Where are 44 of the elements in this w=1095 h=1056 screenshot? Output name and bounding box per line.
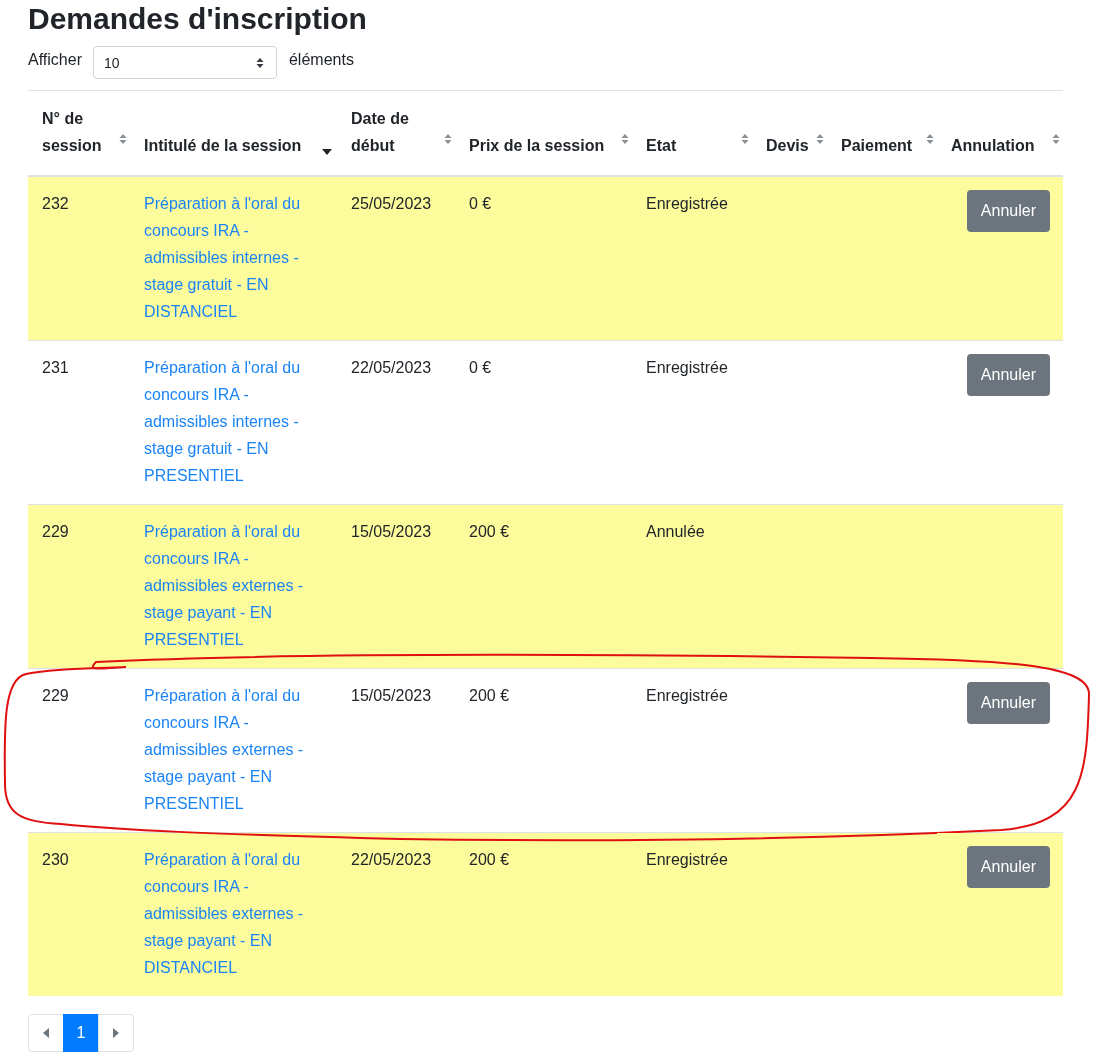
status-text: Enregistrée xyxy=(646,687,728,704)
status-text: Annulée xyxy=(646,523,705,540)
sort-icon xyxy=(621,133,629,145)
cancel-button[interactable]: Annuler xyxy=(966,682,1050,724)
caret-right-icon xyxy=(113,1028,119,1038)
status-text: Enregistrée xyxy=(646,851,728,868)
session-number: 231 xyxy=(42,359,69,376)
entries-label: éléments xyxy=(288,50,354,70)
session-price: 200 € xyxy=(469,687,510,704)
start-date: 25/05/2023 xyxy=(351,195,432,212)
caret-left-icon xyxy=(43,1028,49,1038)
session-price: 0 € xyxy=(469,359,492,376)
previous-page-button[interactable] xyxy=(28,1014,64,1052)
page-size-select[interactable]: 10 xyxy=(92,46,277,79)
session-number: 230 xyxy=(42,851,69,868)
cancel-button[interactable]: Annuler xyxy=(966,354,1050,396)
session-price: 200 € xyxy=(469,851,510,868)
start-date: 22/05/2023 xyxy=(351,359,432,376)
sort-icon xyxy=(1052,133,1060,145)
session-price: 0 € xyxy=(469,195,492,212)
cancel-button[interactable]: Annuler xyxy=(966,846,1050,888)
sort-icon xyxy=(741,133,749,145)
page-button[interactable]: 1 xyxy=(63,1014,99,1052)
sort-descending-icon xyxy=(322,149,332,155)
next-page-button[interactable] xyxy=(98,1014,134,1052)
session-number: 232 xyxy=(42,195,69,212)
sort-updown-icon xyxy=(255,56,264,69)
page-title: Demandes d'inscription xyxy=(28,1,368,37)
sort-icon xyxy=(119,133,127,145)
session-title-link[interactable]: Préparation à l'oral du concours IRA - admissibles internes - stage gratuit - EN PRESENTIEL xyxy=(144,354,327,489)
session-number: 229 xyxy=(42,523,69,540)
session-title-link[interactable]: Préparation à l'oral du concours IRA - admissibles externes - stage payant - EN PRESENTIEL xyxy=(144,682,327,817)
sort-icon xyxy=(444,133,452,145)
status-text: Enregistrée xyxy=(646,195,728,212)
session-price: 200 € xyxy=(469,523,510,540)
cancel-button[interactable]: Annuler xyxy=(966,190,1050,232)
status-text: Enregistrée xyxy=(646,359,728,376)
sort-icon xyxy=(926,133,934,145)
start-date: 22/05/2023 xyxy=(351,851,432,868)
sort-icon xyxy=(816,133,824,145)
session-number: 229 xyxy=(42,687,69,704)
start-date: 15/05/2023 xyxy=(351,687,432,704)
start-date: 15/05/2023 xyxy=(351,523,432,540)
show-label: Afficher xyxy=(28,50,82,70)
